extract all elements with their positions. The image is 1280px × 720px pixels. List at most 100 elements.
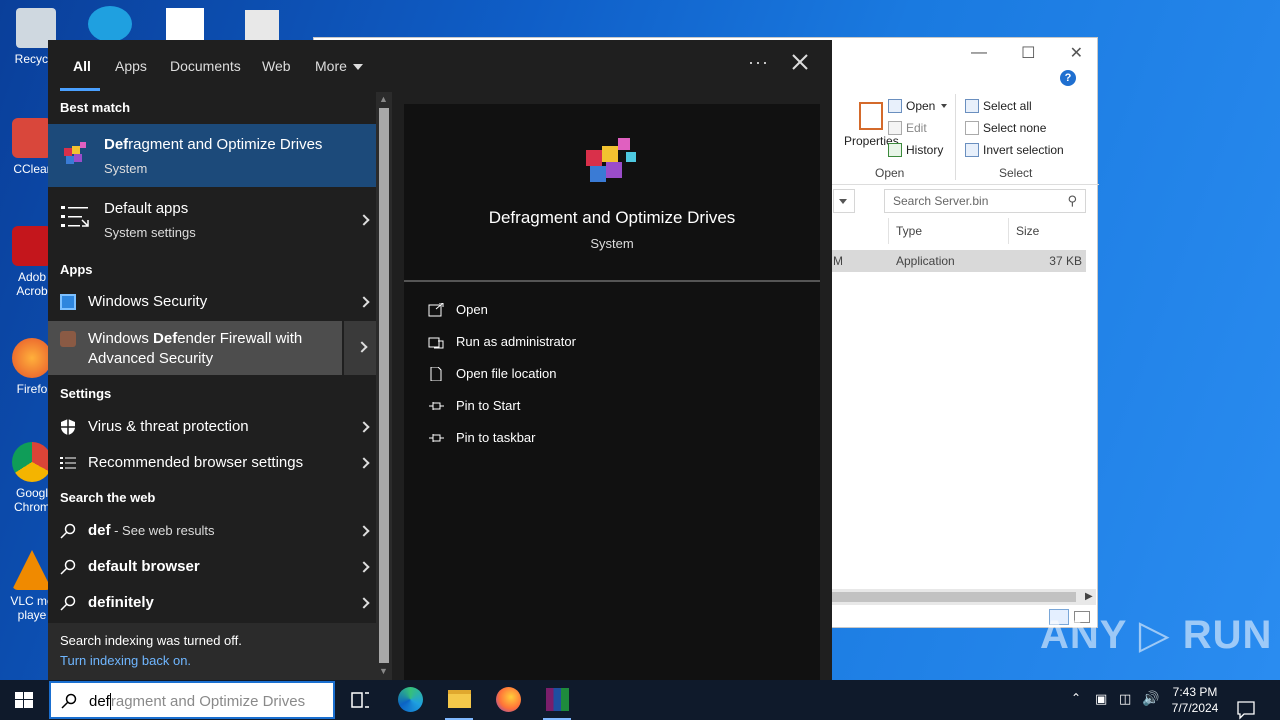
web-result-default-browser[interactable]: default browser	[48, 550, 376, 584]
select-none-button[interactable]: Select none	[965, 121, 1046, 135]
turn-indexing-on-link[interactable]: Turn indexing back on.	[60, 653, 191, 668]
help-icon[interactable]: ?	[1060, 70, 1076, 86]
tab-more-label: More	[315, 58, 347, 74]
select-none-label: Select none	[983, 121, 1047, 135]
select-none-icon	[965, 121, 979, 135]
result-defender-firewall-expand[interactable]	[344, 321, 376, 375]
notification-icon[interactable]	[1236, 690, 1256, 720]
document-desktop-icon[interactable]	[245, 10, 279, 40]
row-type: Application	[896, 254, 955, 268]
action-open[interactable]: Open	[428, 302, 488, 317]
close-icon[interactable]	[788, 50, 812, 74]
anyrun-watermark: ANY ▷ RUN	[1040, 613, 1273, 657]
result-recommended-browser-settings[interactable]: Recommended browser settings	[48, 446, 376, 480]
firewall-icon	[60, 331, 76, 347]
explorer-search-input[interactable]: Search Server.bin ⚲	[884, 189, 1086, 213]
volume-icon[interactable]: 🔊	[1142, 690, 1159, 720]
action-pin-to-start[interactable]: Pin to Start	[428, 398, 520, 413]
show-hidden-icons-icon[interactable]: ⌃	[1071, 691, 1081, 720]
chevron-right-icon[interactable]	[358, 296, 370, 308]
close-icon[interactable]: ✕	[1070, 43, 1083, 63]
word-desktop-icon[interactable]	[166, 8, 204, 40]
action-pin-to-taskbar[interactable]: Pin to taskbar	[428, 430, 536, 445]
row-size: 37 KB	[1049, 254, 1082, 268]
select-all-button[interactable]: Select all	[965, 99, 1032, 113]
column-header-size[interactable]: Size	[1016, 224, 1039, 238]
result-default-apps[interactable]: Default apps System settings	[48, 188, 376, 252]
address-dropdown[interactable]	[833, 189, 855, 213]
taskbar-search-input[interactable]: defragment and Optimize Drives	[49, 681, 335, 719]
tab-all[interactable]: All	[73, 58, 91, 74]
web-result-def[interactable]: def - See web results	[48, 514, 376, 548]
more-options-button[interactable]: ···	[748, 52, 769, 73]
chevron-right-icon[interactable]	[358, 421, 370, 433]
results-scrollbar-thumb[interactable]	[379, 108, 389, 663]
horizontal-scrollbar[interactable]	[831, 589, 1096, 605]
invert-selection-button[interactable]: Invert selection	[965, 143, 1064, 157]
indexing-message: Search indexing was turned off.	[60, 633, 242, 648]
row-name-partial: M	[833, 254, 843, 268]
chevron-down-icon	[839, 199, 847, 204]
maximize-icon[interactable]: ☐	[1021, 43, 1035, 63]
start-search-panel: All Apps Documents Web More ··· Best mat…	[48, 40, 832, 680]
history-button[interactable]: History	[888, 143, 943, 157]
action-open-file-location[interactable]: Open file location	[428, 366, 556, 381]
web-query-bold: default browser	[88, 558, 200, 575]
vlc-icon	[12, 550, 52, 590]
action-label: Open	[456, 302, 488, 317]
active-tab-indicator	[60, 88, 100, 91]
chevron-right-icon[interactable]	[358, 597, 370, 609]
result-subtitle: System settings	[104, 225, 196, 240]
history-icon	[888, 143, 902, 157]
desktop-icon-label: Firefo	[16, 382, 48, 396]
scroll-down-icon[interactable]: ▼	[379, 666, 388, 676]
web-result-definitely[interactable]: definitely	[48, 586, 376, 620]
tab-documents[interactable]: Documents	[170, 58, 241, 74]
edge-desktop-icon[interactable]	[88, 6, 132, 42]
scroll-right-icon[interactable]: ▶	[1085, 591, 1093, 602]
result-defragment-drives[interactable]: Defragment and Optimize Drives System	[48, 124, 376, 187]
section-apps: Apps	[60, 262, 93, 277]
column-divider	[888, 218, 889, 244]
tab-web[interactable]: Web	[262, 58, 291, 74]
result-defender-firewall[interactable]: Windows Defender Firewall with Advanced S…	[48, 321, 342, 375]
search-typed-text: def	[89, 693, 110, 710]
acrobat-icon	[12, 226, 52, 266]
shield-icon	[61, 419, 75, 435]
result-windows-security[interactable]: Windows Security	[48, 286, 376, 318]
file-explorer-taskbar-icon[interactable]	[435, 680, 483, 720]
action-run-as-administrator[interactable]: Run as administrator	[428, 334, 576, 349]
winrar-taskbar-icon[interactable]	[533, 680, 581, 720]
list-settings-icon	[60, 457, 76, 469]
preview-subtitle: System	[590, 236, 634, 251]
tab-apps[interactable]: Apps	[115, 58, 147, 74]
scroll-up-icon[interactable]: ▲	[379, 94, 388, 104]
preview-title: Defragment and Optimize Drives	[488, 208, 736, 227]
desktop-icon-label: Googl Chrom	[13, 486, 50, 514]
minimize-icon[interactable]: —	[971, 44, 987, 62]
result-virus-threat-protection[interactable]: Virus & threat protection	[48, 410, 376, 444]
open-button[interactable]: Open	[888, 99, 948, 113]
task-view-icon[interactable]	[336, 680, 384, 720]
open-group-label: Open	[875, 166, 905, 180]
search-icon	[60, 559, 76, 575]
chevron-right-icon[interactable]	[358, 561, 370, 573]
chevron-right-icon[interactable]	[358, 214, 370, 226]
scrollbar-thumb[interactable]	[831, 592, 1076, 602]
chevron-right-icon	[356, 341, 368, 353]
network-icon[interactable]: ◫	[1119, 691, 1131, 720]
column-header-type[interactable]: Type	[896, 224, 922, 238]
table-row[interactable]: M Application 37 KB	[831, 250, 1086, 272]
tab-more[interactable]: More	[315, 58, 363, 74]
edit-button[interactable]: Edit	[888, 121, 927, 135]
meet-now-icon[interactable]: ▣	[1095, 691, 1107, 720]
result-title: Recommended browser settings	[88, 454, 304, 471]
chevron-right-icon[interactable]	[358, 457, 370, 469]
clock[interactable]: 7:43 PM 7/7/2024	[1166, 684, 1224, 716]
chevron-right-icon[interactable]	[358, 525, 370, 537]
firefox-taskbar-icon[interactable]	[484, 680, 532, 720]
folder-icon	[448, 690, 471, 708]
edge-taskbar-icon[interactable]	[386, 680, 434, 720]
default-apps-icon	[61, 206, 89, 227]
windows-start-icon[interactable]	[0, 680, 48, 720]
